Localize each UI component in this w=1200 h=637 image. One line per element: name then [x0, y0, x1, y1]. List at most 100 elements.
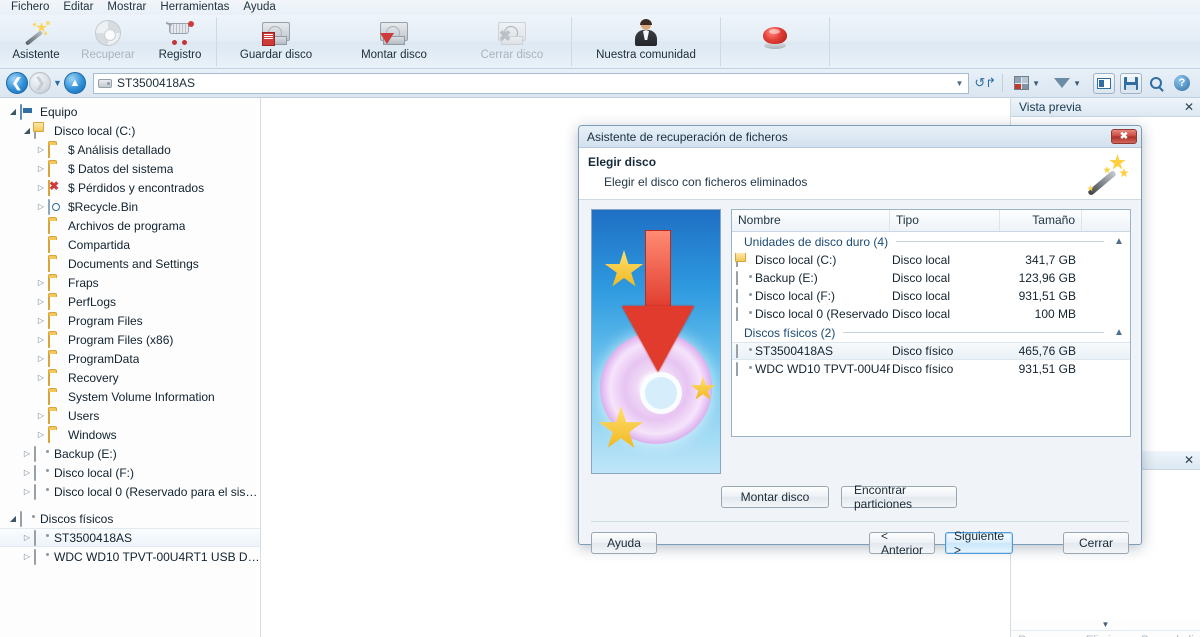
tree-item[interactable]: ▷Users — [0, 406, 260, 425]
tree-item[interactable]: System Volume Information — [0, 387, 260, 406]
chevron-right-icon[interactable]: ▷ — [34, 202, 48, 211]
disk-list[interactable]: Nombre Tipo Tamaño Unidades de disco dur… — [731, 209, 1131, 437]
filter-chevron-down-icon[interactable]: ▼ — [1073, 79, 1081, 88]
tree-item[interactable]: ▷PerfLogs — [0, 292, 260, 311]
preview-pane-button[interactable] — [1093, 73, 1115, 94]
chevron-right-icon[interactable]: ▷ — [34, 316, 48, 325]
chevron-up-icon[interactable]: ▲ — [1112, 236, 1126, 247]
toolbar-nuestra-comunidad-button[interactable]: Nuestra comunidad — [572, 15, 720, 68]
folder-tree-pane[interactable]: ◢ Equipo ◢Disco local (C:)▷$ Análisis deta… — [0, 98, 261, 637]
chevron-right-icon[interactable]: ▷ — [20, 449, 34, 458]
tree-item[interactable]: ▷Program Files — [0, 311, 260, 330]
chevron-right-icon[interactable]: ▷ — [34, 278, 48, 287]
tree-item[interactable]: Documents and Settings — [0, 254, 260, 273]
chevron-right-icon[interactable]: ▷ — [34, 430, 48, 439]
tree-item[interactable]: ▷Program Files (x86) — [0, 330, 260, 349]
tree-item[interactable]: ▷$ Pérdidos y encontrados — [0, 178, 260, 197]
back-arrow-icon[interactable]: ❮ — [6, 72, 28, 94]
chevron-down-icon[interactable]: ◢ — [20, 126, 34, 135]
address-chevron-down-icon[interactable]: ▼ — [955, 79, 963, 88]
close-icon[interactable]: ✖ — [1111, 129, 1137, 144]
menu-mostrar[interactable]: Mostrar — [100, 0, 153, 15]
column-header-tamano[interactable]: Tamaño — [1000, 210, 1082, 231]
tree-item[interactable]: ▷Fraps — [0, 273, 260, 292]
tree-item[interactable]: ▷$ Datos del sistema — [0, 159, 260, 178]
chevron-right-icon[interactable]: ▷ — [20, 487, 34, 496]
disk-list-row[interactable]: Disco local (C:)Disco local341,7 GB — [732, 251, 1130, 269]
forward-arrow-icon[interactable]: ❯ — [29, 72, 51, 94]
view-mode-button[interactable]: ▼ — [1014, 76, 1040, 90]
disk-list-row[interactable]: Disco local (F:)Disco local931,51 GB — [732, 287, 1130, 305]
search-button[interactable] — [1150, 77, 1162, 89]
disk-group-header[interactable]: Discos físicos (2)▲ — [732, 323, 1130, 342]
menu-editar[interactable]: Editar — [56, 0, 100, 15]
tree-item[interactable]: ◢Discos físicos — [0, 509, 260, 528]
menu-herramientas[interactable]: Herramientas — [153, 0, 236, 15]
tree-item[interactable]: ▷Windows — [0, 425, 260, 444]
history-chevron-down-icon[interactable]: ▼ — [51, 78, 64, 88]
mount-disk-button[interactable]: Montar disco — [721, 486, 829, 508]
tree-item[interactable]: Compartida — [0, 235, 260, 254]
chevron-right-icon[interactable]: ▷ — [34, 411, 48, 420]
tree-item[interactable]: ▷Disco local 0 (Reservado para el sistem… — [0, 482, 260, 501]
view-chevron-down-icon[interactable]: ▼ — [1032, 79, 1040, 88]
column-header-nombre[interactable]: Nombre — [732, 210, 890, 231]
tree-item[interactable]: ◢ Equipo — [0, 102, 260, 121]
help-button[interactable]: Ayuda — [591, 532, 657, 554]
menu-fichero[interactable]: Fichero — [4, 0, 56, 15]
chevron-down-icon[interactable]: ▼ — [1011, 620, 1200, 630]
save-button[interactable] — [1120, 73, 1142, 94]
disk-list-row[interactable]: WDC WD10 TPVT-00U4RT...Disco físico931,5… — [732, 360, 1130, 378]
find-partitions-button[interactable]: Encontrar particiones — [841, 486, 957, 508]
chevron-right-icon[interactable]: ▷ — [20, 533, 34, 542]
chevron-right-icon[interactable]: ▷ — [34, 183, 48, 192]
tree-item[interactable]: Archivos de programa — [0, 216, 260, 235]
tree-item[interactable]: ▷Backup (E:) — [0, 444, 260, 463]
chevron-right-icon[interactable]: ▷ — [34, 164, 48, 173]
close-icon[interactable]: ✕ — [1184, 100, 1194, 114]
help-button[interactable]: ? — [1174, 75, 1190, 91]
close-icon[interactable]: ✕ — [1184, 453, 1194, 467]
chevron-down-icon[interactable]: ◢ — [6, 107, 20, 116]
tree-item[interactable]: ▷Disco local (F:) — [0, 463, 260, 482]
toolbar-montar-disco-button[interactable]: Montar disco — [335, 15, 453, 68]
tree-item[interactable]: ▷$Recycle.Bin — [0, 197, 260, 216]
disk-list-row[interactable]: Disco local 0 (Reservado p...Disco local… — [732, 305, 1130, 323]
menu-ayuda[interactable]: Ayuda — [236, 0, 282, 15]
next-button[interactable]: Siguiente > — [945, 532, 1013, 554]
close-button[interactable]: Cerrar — [1063, 532, 1129, 554]
tree-item[interactable]: ▷ProgramData — [0, 349, 260, 368]
column-header-tipo[interactable]: Tipo — [890, 210, 1000, 231]
disk-group-header[interactable]: Unidades de disco duro (4)▲ — [732, 232, 1130, 251]
toolbar-recuperar-button[interactable]: Recuperar — [72, 15, 144, 68]
disk-list-row[interactable]: Backup (E:)Disco local123,96 GB — [732, 269, 1130, 287]
dialog-title-bar[interactable]: Asistente de recuperación de ficheros ✖ — [579, 126, 1141, 148]
disk-list-row[interactable]: ST3500418ASDisco físico465,76 GB — [732, 342, 1130, 360]
toolbar-asistente-button[interactable]: Asistente — [0, 15, 72, 68]
chevron-up-icon[interactable]: ▲ — [1112, 327, 1126, 338]
toolbar-cerrar-disco-button[interactable]: ✖ Cerrar disco — [453, 15, 571, 68]
toolbar-registro-button[interactable]: Registro — [144, 15, 216, 68]
previous-button[interactable]: < Anterior — [869, 532, 935, 554]
chevron-right-icon[interactable]: ▷ — [34, 145, 48, 154]
tree-item[interactable]: ▷ST3500418AS — [0, 528, 260, 547]
chevron-right-icon[interactable]: ▷ — [34, 354, 48, 363]
refresh-button[interactable]: ↺↱ — [974, 75, 996, 91]
filter-button[interactable]: ▼ — [1054, 78, 1081, 88]
tree-item[interactable]: ▷Recovery — [0, 368, 260, 387]
file-list-pane[interactable]: Asistente de recuperación de ficheros ✖ … — [261, 98, 1010, 637]
toolbar-red-button[interactable] — [721, 15, 829, 68]
tree-item-label: Equipo — [40, 105, 77, 119]
chevron-right-icon[interactable]: ▷ — [34, 373, 48, 382]
tree-item[interactable]: ▷WDC WD10 TPVT-00U4RT1 USB Device — [0, 547, 260, 566]
chevron-right-icon[interactable]: ▷ — [34, 297, 48, 306]
chevron-down-icon[interactable]: ◢ — [6, 514, 20, 523]
tree-item[interactable]: ▷$ Análisis detallado — [0, 140, 260, 159]
toolbar-guardar-disco-button[interactable]: Guardar disco — [217, 15, 335, 68]
chevron-right-icon[interactable]: ▷ — [20, 552, 34, 561]
address-input[interactable]: ST3500418AS ▼ — [93, 73, 969, 94]
chevron-right-icon[interactable]: ▷ — [20, 468, 34, 477]
up-arrow-icon[interactable]: ▲ — [64, 72, 86, 94]
tree-item[interactable]: ◢Disco local (C:) — [0, 121, 260, 140]
chevron-right-icon[interactable]: ▷ — [34, 335, 48, 344]
